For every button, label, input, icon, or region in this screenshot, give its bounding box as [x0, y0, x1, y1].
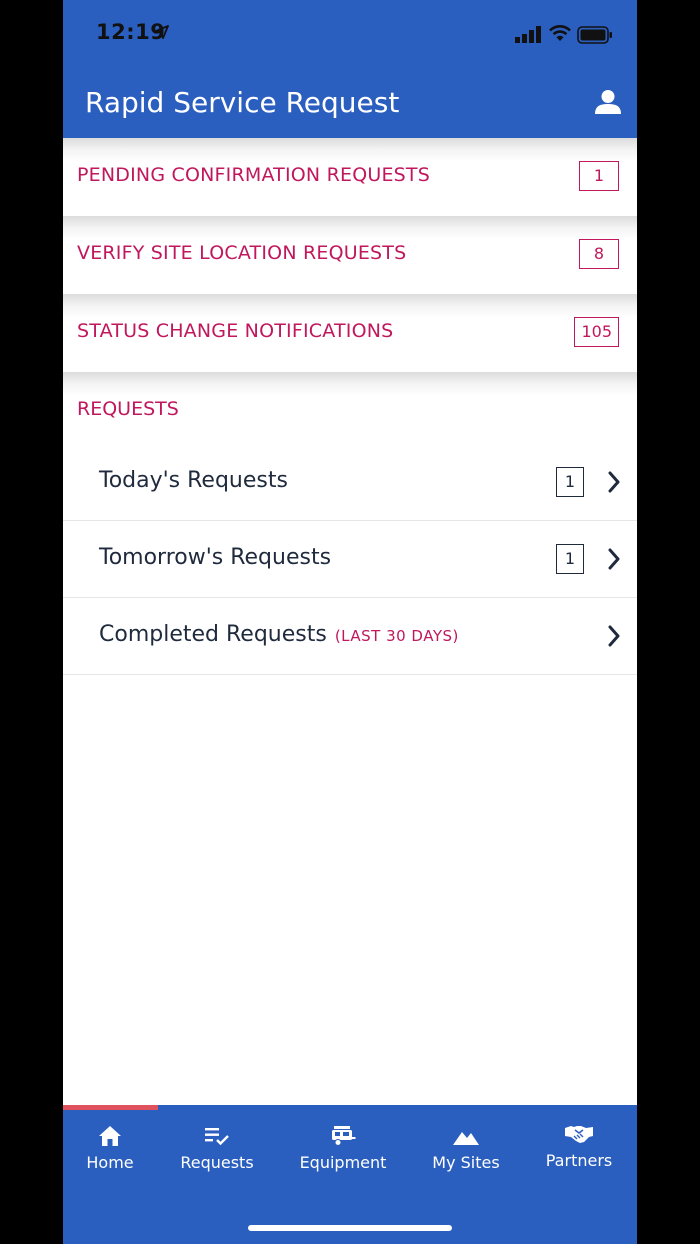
chevron-right-icon [608, 625, 620, 647]
tab-partners[interactable]: Partners [543, 1123, 615, 1170]
tab-my-sites[interactable]: My Sites [429, 1125, 503, 1172]
tomorrows-requests-row[interactable]: Tomorrow's Requests 1 [63, 521, 637, 598]
bottom-tab-bar: Home Requests Equipment My Sites Partner… [63, 1105, 637, 1244]
count-badge: 1 [579, 161, 619, 191]
status-change-notifications-row[interactable]: STATUS CHANGE NOTIFICATIONS 105 [63, 294, 637, 372]
list-item-label: Tomorrow's Requests [99, 545, 332, 570]
app-screen: 12:19 Rapid Service Request PENDING CONF… [63, 0, 637, 1244]
count-badge: 8 [579, 239, 619, 269]
tab-label: Partners [545, 1151, 613, 1170]
requests-section-header: REQUESTS [63, 372, 637, 445]
alert-label: VERIFY SITE LOCATION REQUESTS [77, 242, 407, 264]
tab-label: Equipment [299, 1153, 387, 1172]
tab-label: Requests [180, 1153, 254, 1172]
home-indicator[interactable] [248, 1225, 452, 1231]
mountain-icon [453, 1132, 479, 1145]
home-icon [99, 1126, 121, 1146]
tab-requests[interactable]: Requests [177, 1125, 257, 1172]
list-item-title: Completed Requests [99, 622, 327, 647]
wifi-icon [549, 25, 571, 41]
todays-requests-row[interactable]: Today's Requests 1 [63, 444, 637, 521]
tab-label: Home [86, 1153, 134, 1172]
list-item-subtitle: (LAST 30 DAYS) [334, 627, 459, 645]
completed-requests-row[interactable]: Completed Requests (LAST 30 DAYS) [63, 598, 637, 675]
tab-label: My Sites [432, 1153, 500, 1172]
list-item-label: Completed Requests (LAST 30 DAYS) [99, 622, 459, 647]
requests-list-icon [205, 1128, 229, 1146]
status-bar: 12:19 [63, 0, 637, 70]
active-tab-indicator [63, 1105, 158, 1110]
page-title: Rapid Service Request [85, 86, 400, 119]
tab-equipment[interactable]: Equipment [295, 1125, 391, 1172]
rv-trailer-icon [332, 1126, 356, 1146]
count-badge: 1 [556, 467, 584, 497]
tab-home[interactable]: Home [75, 1125, 145, 1172]
battery-icon [577, 26, 612, 44]
section-title: REQUESTS [77, 398, 179, 420]
chevron-right-icon [608, 548, 620, 570]
profile-icon[interactable] [595, 89, 621, 115]
chevron-right-icon [608, 471, 620, 493]
verify-site-location-row[interactable]: VERIFY SITE LOCATION REQUESTS 8 [63, 216, 637, 294]
cellular-signal-icon [515, 26, 541, 43]
pending-confirmation-row[interactable]: PENDING CONFIRMATION REQUESTS 1 [63, 138, 637, 216]
location-arrow-icon [155, 25, 169, 39]
count-badge: 105 [574, 317, 619, 347]
alert-label: PENDING CONFIRMATION REQUESTS [77, 164, 430, 186]
count-badge: 1 [556, 544, 584, 574]
app-header: Rapid Service Request [63, 70, 637, 138]
handshake-icon [565, 1126, 593, 1143]
list-item-label: Today's Requests [99, 468, 288, 493]
alert-label: STATUS CHANGE NOTIFICATIONS [77, 320, 394, 342]
